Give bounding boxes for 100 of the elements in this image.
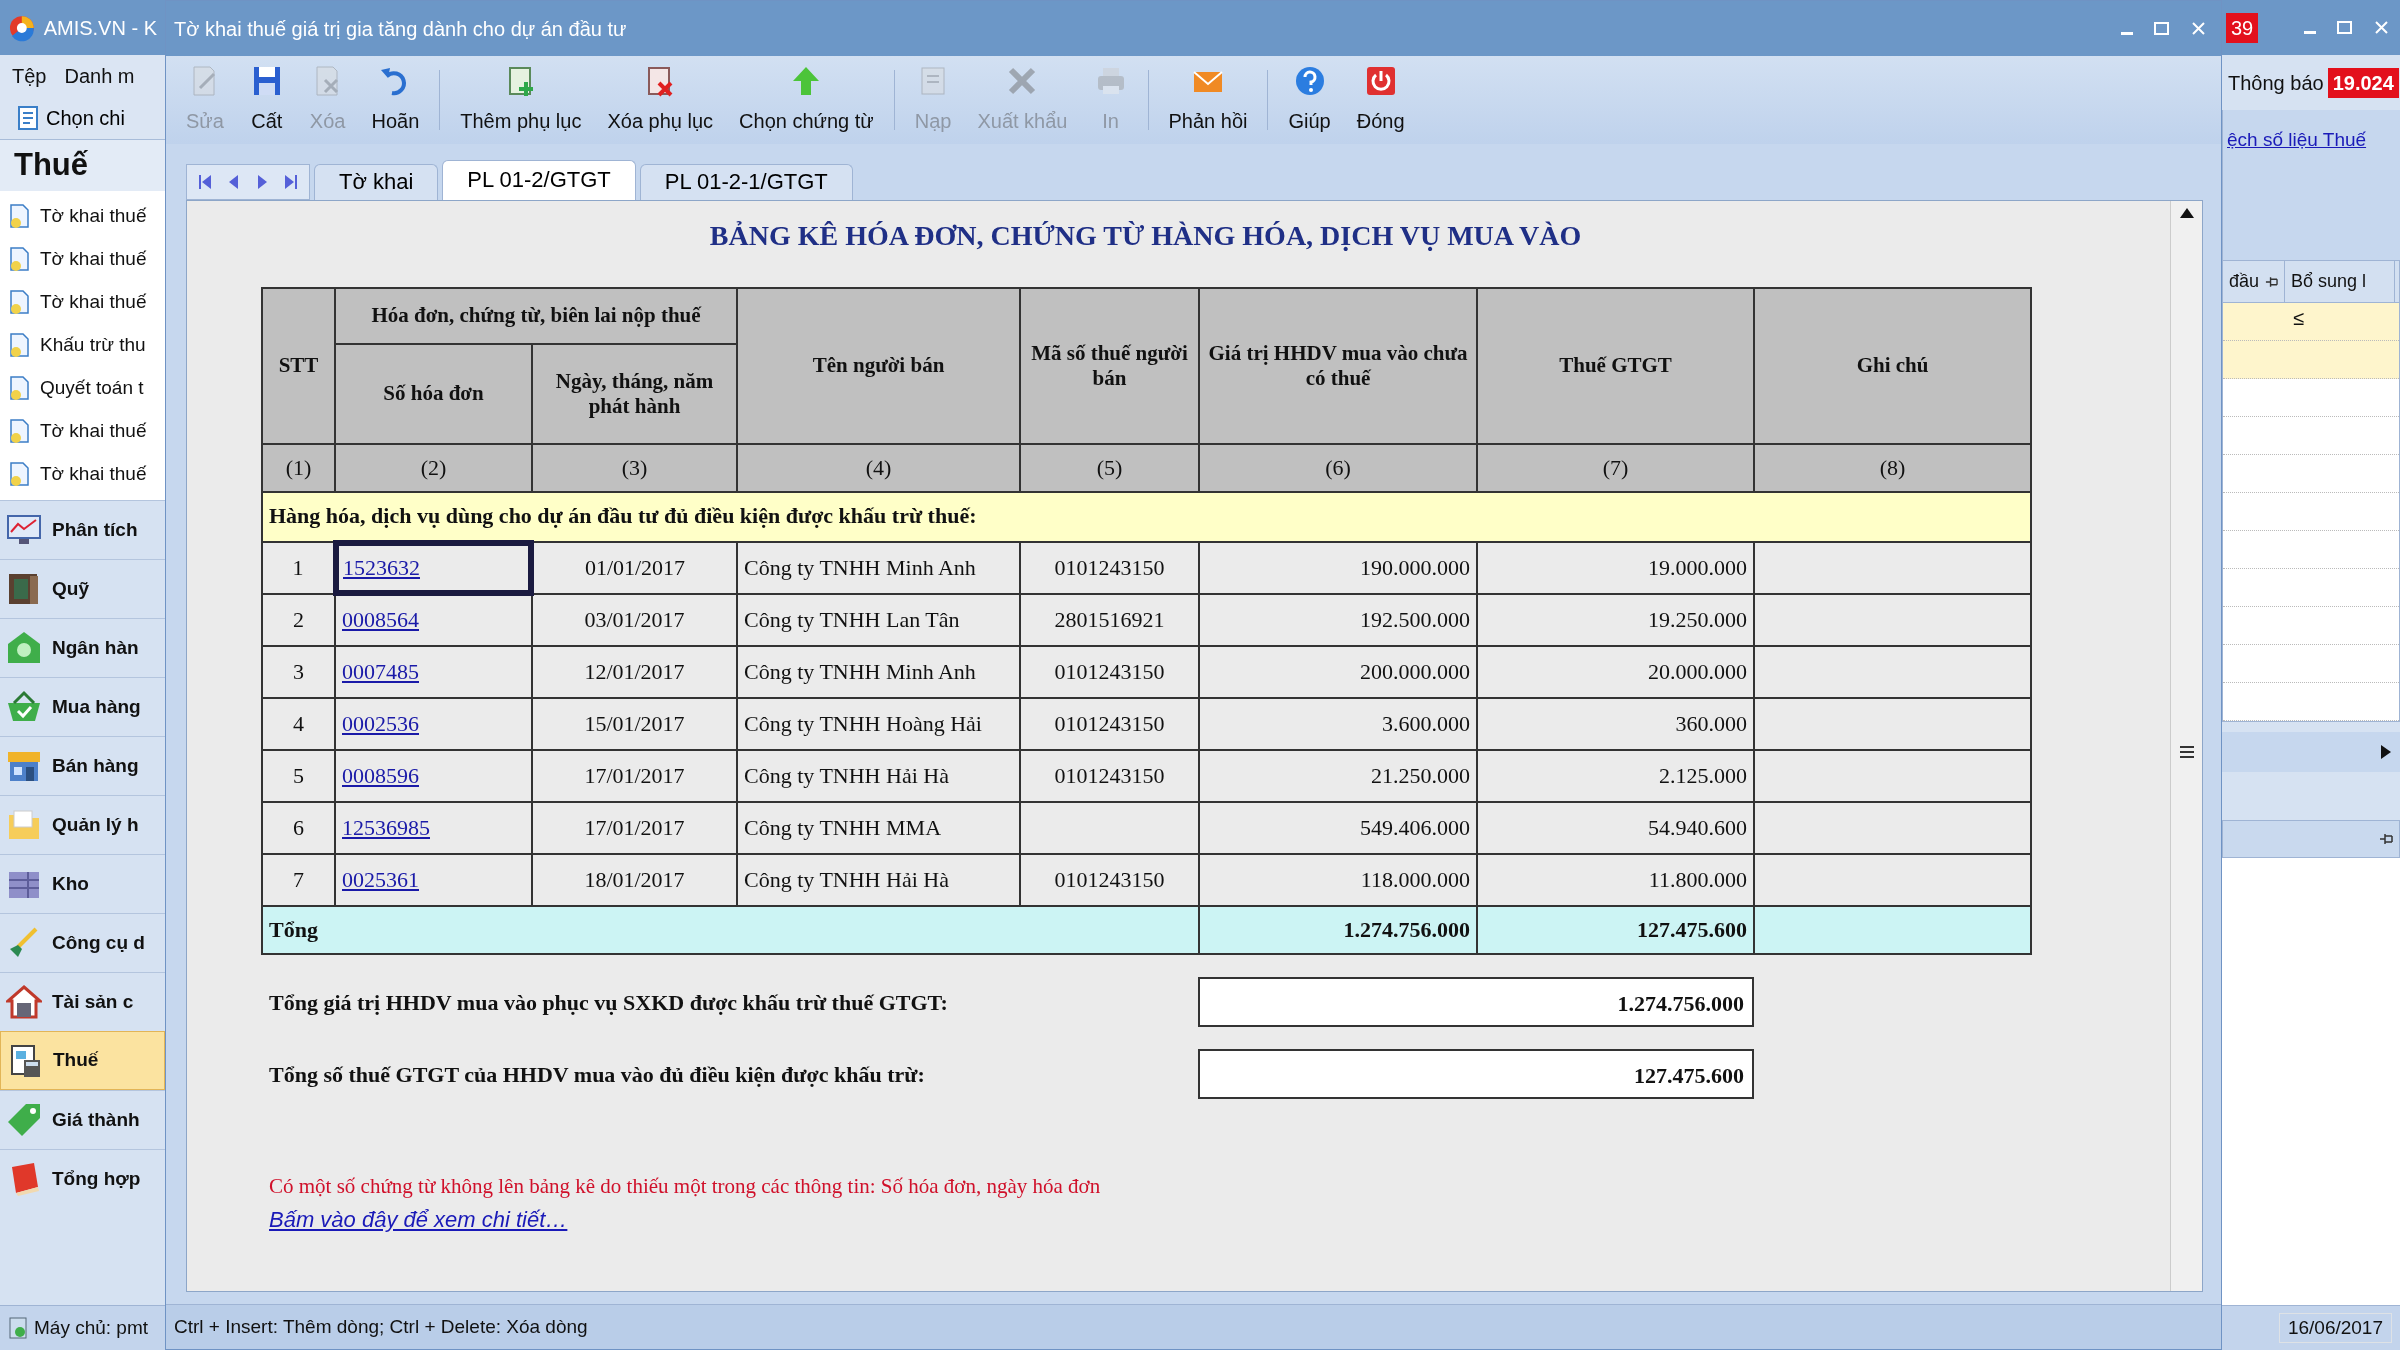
invoice-link[interactable]: 0002536 (342, 710, 419, 736)
table-cell: 03/01/2017 (532, 594, 737, 646)
section-title: Hàng hóa, dịch vụ dùng cho dự án đầu tư đủ điều kiện được khấu trừ thuế: (262, 492, 2031, 542)
right-arrow-icon (2380, 744, 2392, 760)
column-number: (7) (1477, 444, 1754, 492)
horizontal-scrollbar[interactable] (2222, 732, 2400, 772)
column-number: (2) (335, 444, 532, 492)
delete-appendix-button[interactable]: Xóa phụ lục (595, 62, 726, 138)
table-cell: 20.000.000 (1477, 646, 1754, 698)
table-cell: 21.250.000 (1199, 750, 1477, 802)
summary-value: 1.274.756.000 (1198, 977, 1754, 1027)
tag-icon (6, 1102, 42, 1138)
undo-button[interactable]: Hoãn (359, 62, 432, 138)
details-link[interactable]: Bấm vào đây để xem chi tiết… (269, 1206, 568, 1232)
document-icon (8, 290, 30, 315)
vertical-scrollbar[interactable] (2170, 201, 2202, 1291)
column-number: (8) (1754, 444, 2031, 492)
column-header: Ngày, tháng, năm phát hành (532, 344, 737, 444)
table-cell: 3 (262, 646, 335, 698)
choose-button[interactable]: Chọn chứng từ (727, 62, 886, 138)
invoice-link[interactable]: 0007485 (342, 658, 419, 684)
table-cell: Công ty TNHH Lan Tân (737, 594, 1020, 646)
last-icon (282, 173, 298, 191)
table-cell: 2 (262, 594, 335, 646)
table-cell: 192.500.000 (1199, 594, 1477, 646)
table-cell: 360.000 (1477, 698, 1754, 750)
column-number: (5) (1020, 444, 1199, 492)
table-cell: 0101243150 (1020, 646, 1199, 698)
invoice-link[interactable]: 12536985 (342, 814, 430, 840)
document-icon (8, 462, 30, 487)
minimize-icon (2121, 32, 2133, 35)
first-icon (198, 173, 214, 191)
table-cell: 200.000.000 (1199, 646, 1477, 698)
sidebar-item[interactable]: Tờ khai thuế (0, 410, 165, 453)
column-header: Ghi chú (1754, 288, 2031, 444)
table-cell: Công ty TNHH Hoàng Hải (737, 698, 1020, 750)
feedback-button[interactable]: Phản hồi (1156, 62, 1260, 138)
close-button[interactable]: Đóng (1344, 62, 1417, 138)
table-cell: 2.125.000 (1477, 750, 1754, 802)
total-label: Tổng (262, 906, 1199, 954)
column-header: Số hóa đơn (335, 344, 532, 444)
total-value: 127.475.600 (1477, 906, 1754, 954)
table-cell: 549.406.000 (1199, 802, 1477, 854)
sidebar-item[interactable]: Tờ khai thuế (0, 281, 165, 324)
invoice-link[interactable]: 0008564 (342, 607, 419, 633)
pin-icon (2265, 274, 2278, 289)
table-cell: 4 (262, 698, 335, 750)
sidebar-item[interactable]: Tờ khai thuế (0, 195, 165, 238)
table-cell: 6 (262, 802, 335, 854)
grid-row[interactable]: ≤ (2223, 303, 2399, 341)
menu-item[interactable]: Danh m (64, 61, 135, 91)
grip-icon (2178, 745, 2195, 759)
sidebar-item[interactable]: Khấu trừ thu (0, 324, 165, 367)
pin-icon (2379, 832, 2393, 846)
invoice-link[interactable]: 1523632 (343, 554, 420, 580)
sidebar-item[interactable]: Tờ khai thuế (0, 453, 165, 496)
table-cell: 0101243150 (1020, 750, 1199, 802)
column-number: (3) (532, 444, 737, 492)
help-button[interactable]: Giúp (1276, 62, 1343, 138)
add-appendix-button[interactable]: Thêm phụ lục (448, 62, 594, 138)
sidebar-item[interactable]: Quyết toán t (0, 367, 165, 410)
sidebar-item[interactable]: Tờ khai thuế (0, 238, 165, 281)
tab[interactable]: PL 01-2-1/GTGT (639, 164, 853, 200)
table-cell: 0101243150 (1020, 698, 1199, 750)
house-icon (6, 984, 42, 1020)
tab[interactable]: Tờ khai (314, 164, 439, 200)
status-date: 16/06/2017 (2278, 1312, 2392, 1344)
notice-label: Thông báo (2228, 70, 2324, 96)
app-logo-icon (8, 13, 36, 42)
column-number: (1) (262, 444, 335, 492)
money-house-icon (6, 630, 42, 666)
invoice-link[interactable]: 0008596 (342, 762, 419, 788)
notification-badge: 39 (2226, 12, 2259, 43)
sidebar-title: Thuế (0, 139, 165, 191)
table-cell: 54.940.600 (1477, 802, 1754, 854)
save-button[interactable]: Cất (237, 62, 296, 138)
module-item[interactable]: Thuế (0, 1031, 165, 1090)
tax-data-link[interactable]: ệch số liệu Thuế (2227, 129, 2367, 150)
document-icon (8, 376, 30, 401)
table-cell: 2801516921 (1020, 594, 1199, 646)
table-cell: 1 (262, 542, 335, 594)
notice-count: 19.024 (2327, 67, 2399, 98)
invoice-link[interactable]: 0025361 (342, 866, 419, 892)
column-header: Giá trị HHDV mua vào chưa có thuế (1199, 288, 1477, 444)
tab[interactable]: PL 01-2/GTGT (442, 160, 636, 200)
close-icon (2190, 20, 2207, 37)
summary-label: Tổng giá trị HHDV mua vào phục vụ SXKD được khấu trừ thuế GTGT: (268, 988, 949, 1017)
summary-label: Tổng số thuế GTGT của HHDV mua vào đủ điều kiện được khấu trừ: (268, 1060, 926, 1089)
column-header: Thuế GTGT (1477, 288, 1754, 444)
server-icon (8, 1317, 28, 1339)
table-cell: 17/01/2017 (532, 750, 737, 802)
table-cell: 190.000.000 (1199, 542, 1477, 594)
column-header: STT (262, 288, 335, 444)
menu-item[interactable]: Tệp (12, 61, 47, 91)
table-cell: 19.000.000 (1477, 542, 1754, 594)
app-title: AMIS.VN - K (43, 15, 157, 41)
column-header: Mã số thuế người bán (1020, 288, 1199, 444)
document-icon (8, 247, 30, 272)
report-title: BẢNG KÊ HÓA ĐƠN, CHỨNG TỪ HÀNG HÓA, DỊCH VỤ MUA VÀO (708, 219, 1583, 253)
summary-value: 127.475.600 (1198, 1049, 1754, 1099)
